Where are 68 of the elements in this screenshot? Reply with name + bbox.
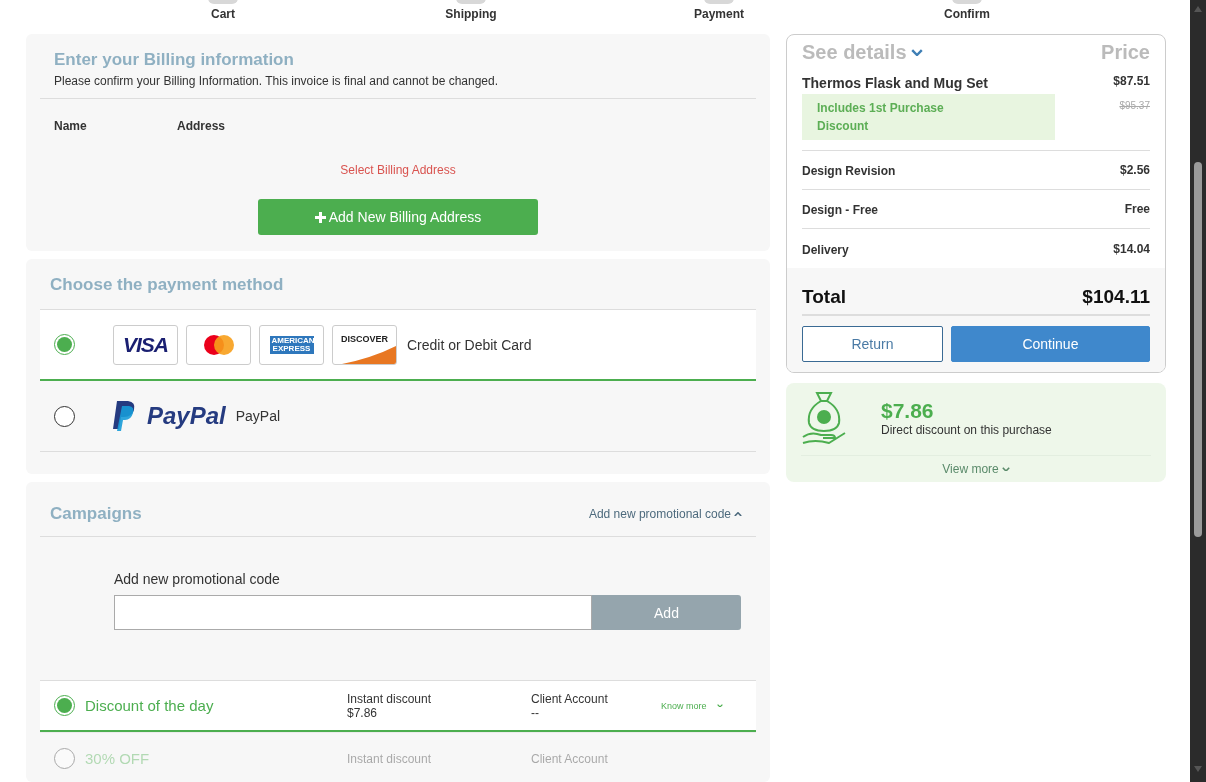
step-label: Cart xyxy=(211,7,235,21)
paypal-mark-icon xyxy=(113,401,137,431)
card-logo xyxy=(186,324,251,365)
know-more-link[interactable]: Know more xyxy=(661,700,723,711)
offer-title: Discount of the day xyxy=(85,697,215,714)
step-label: Shipping xyxy=(445,7,497,21)
money-bag-hand-icon xyxy=(801,391,847,445)
add-address-button[interactable]: Add New Billing Address xyxy=(258,199,538,235)
payment-option[interactable]: PayPal PayPal xyxy=(40,381,756,452)
radio-button[interactable] xyxy=(54,695,75,716)
warning-text: Select Billing Address xyxy=(340,163,456,177)
account-label: Client Account xyxy=(531,751,609,766)
account-value: -- xyxy=(531,705,540,720)
payment-label: PayPal xyxy=(235,408,281,424)
section-title: Choose the payment method xyxy=(49,275,285,295)
triangle-up-icon xyxy=(1194,6,1202,12)
offer-title: 30% OFF xyxy=(85,750,151,767)
item-price: $2.56 xyxy=(1119,163,1150,177)
step-label: Confirm xyxy=(944,7,990,21)
radio-button[interactable] xyxy=(54,334,75,355)
discount-value: $7.86 xyxy=(347,705,379,720)
step-label: Payment xyxy=(694,7,744,21)
triangle-down-icon xyxy=(1194,766,1202,772)
promo-toggle-link[interactable]: Add new promotional code xyxy=(588,507,742,521)
scrollbar-thumb[interactable] xyxy=(1194,162,1202,537)
savings-text: Direct discount on this purchase xyxy=(881,423,1052,437)
offer-row[interactable]: 30% OFF Instant discount Client Account xyxy=(40,732,756,782)
chevron-up-icon xyxy=(734,511,742,517)
column-header: Address xyxy=(177,119,227,133)
discount-label: Instant discount xyxy=(347,751,433,766)
payment-label: Credit or Debit Card xyxy=(407,336,532,353)
chevron-down-icon xyxy=(910,48,923,57)
discount-note: Includes 1st Purchase Discount xyxy=(802,94,1055,140)
item-price: $87.51 xyxy=(1113,74,1150,88)
item-name: Delivery xyxy=(802,242,849,257)
savings-amount: $7.86 xyxy=(881,399,935,423)
item-name: Thermos Flask and Mug Set xyxy=(802,75,988,91)
item-name: Design - Free xyxy=(802,203,879,217)
item-price: Free xyxy=(1124,202,1150,216)
return-button[interactable]: Return xyxy=(802,326,943,362)
paypal-logo: PayPal xyxy=(147,402,226,430)
chevron-down-icon xyxy=(716,703,723,708)
item-price: $14.04 xyxy=(1113,241,1150,256)
scrollbar[interactable] xyxy=(1190,0,1206,782)
plus-icon xyxy=(314,211,326,223)
card-logo: DISCOVER xyxy=(332,324,397,365)
chevron-down-icon xyxy=(1001,466,1010,472)
discount-label: Instant discount xyxy=(347,691,433,706)
promo-label: Add new promotional code xyxy=(114,571,281,587)
item-name: Design Revision xyxy=(802,164,896,178)
view-more-link[interactable]: View more xyxy=(801,462,1151,476)
total-label: Total xyxy=(802,286,846,308)
column-header: Name xyxy=(54,119,88,133)
old-price: $95.37 xyxy=(1119,100,1150,111)
total-value: $104.11 xyxy=(1082,286,1150,308)
account-label: Client Account xyxy=(531,691,609,706)
section-title: Campaigns xyxy=(50,504,142,524)
payment-option[interactable]: VISA AMERICAN EXPRESS DISCOVER Credit or Debit Card xyxy=(40,310,756,381)
offer-row[interactable]: Discount of the day Instant discount $7.86 Client Account -- Know more xyxy=(40,680,756,732)
continue-button[interactable]: Continue xyxy=(950,326,1150,362)
price-header: Price xyxy=(1101,41,1150,64)
section-title: Enter your Billing information xyxy=(53,50,295,70)
card-logo: VISA xyxy=(113,324,178,365)
radio-button[interactable] xyxy=(54,405,75,427)
promo-code-field[interactable] xyxy=(114,595,592,630)
card-logo: AMERICAN EXPRESS xyxy=(259,324,324,365)
billing-subtitle: Please confirm your Billing Information. This invoice is final and cannot be changed. xyxy=(53,74,500,88)
add-button[interactable]: Add xyxy=(592,595,741,630)
